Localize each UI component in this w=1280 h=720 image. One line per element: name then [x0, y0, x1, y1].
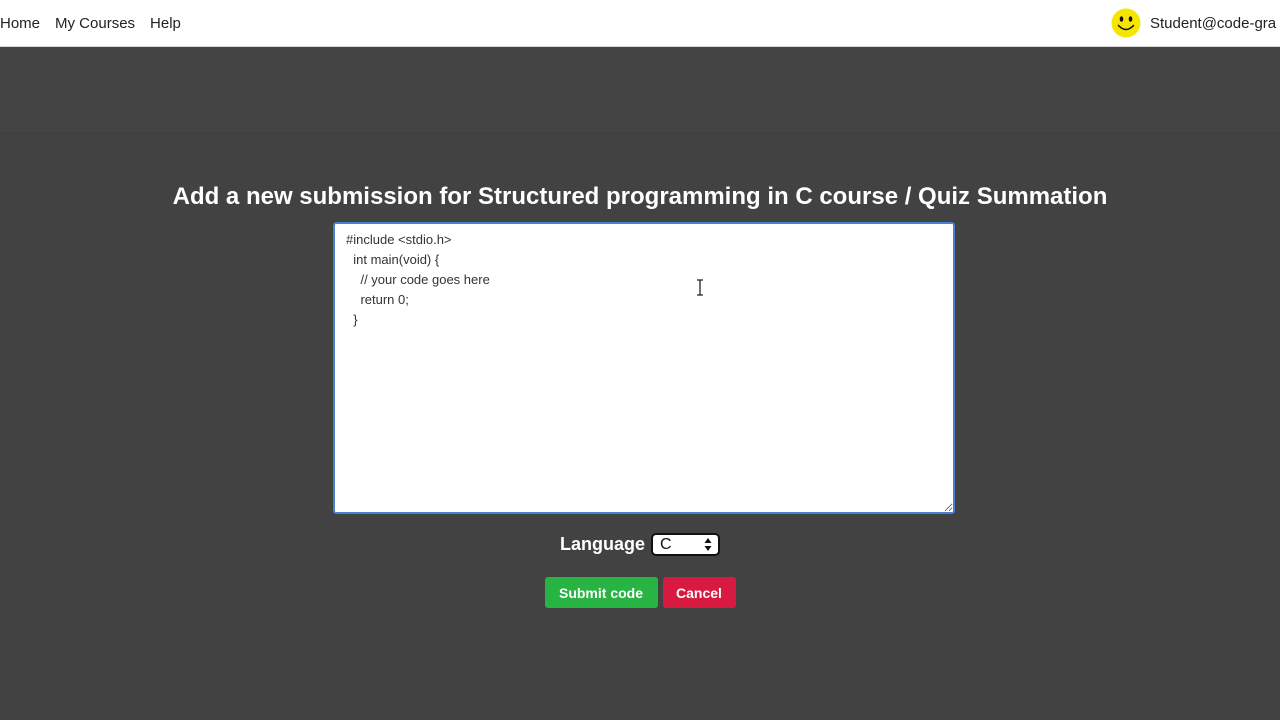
select-arrows-icon	[704, 538, 712, 551]
page-title: Add a new submission for Structured prog…	[172, 183, 1108, 210]
nav-links: Home My Courses Help	[0, 0, 196, 46]
top-navbar: Home My Courses Help Student@code-gra	[0, 0, 1280, 47]
action-buttons: Submit code Cancel	[0, 577, 1280, 608]
nav-link-help[interactable]: Help	[150, 15, 181, 32]
user-menu[interactable]: Student@code-gra	[1111, 0, 1276, 46]
user-email: Student@code-gra	[1150, 14, 1277, 32]
nav-link-home[interactable]: Home	[0, 15, 40, 32]
cancel-button[interactable]: Cancel	[662, 577, 736, 608]
page-banner	[0, 47, 1280, 134]
smiley-avatar-icon	[1111, 8, 1141, 38]
language-select[interactable]: C	[651, 533, 720, 556]
nav-link-my-courses[interactable]: My Courses	[55, 15, 135, 32]
language-selected-value: C	[660, 536, 672, 553]
language-label: Language	[559, 534, 645, 554]
language-row: Language C	[0, 533, 1280, 556]
code-editor[interactable]: #include <stdio.h> int main(void) { // y…	[333, 222, 955, 514]
submit-code-button[interactable]: Submit code	[544, 577, 658, 608]
text-cursor-icon	[697, 279, 703, 296]
